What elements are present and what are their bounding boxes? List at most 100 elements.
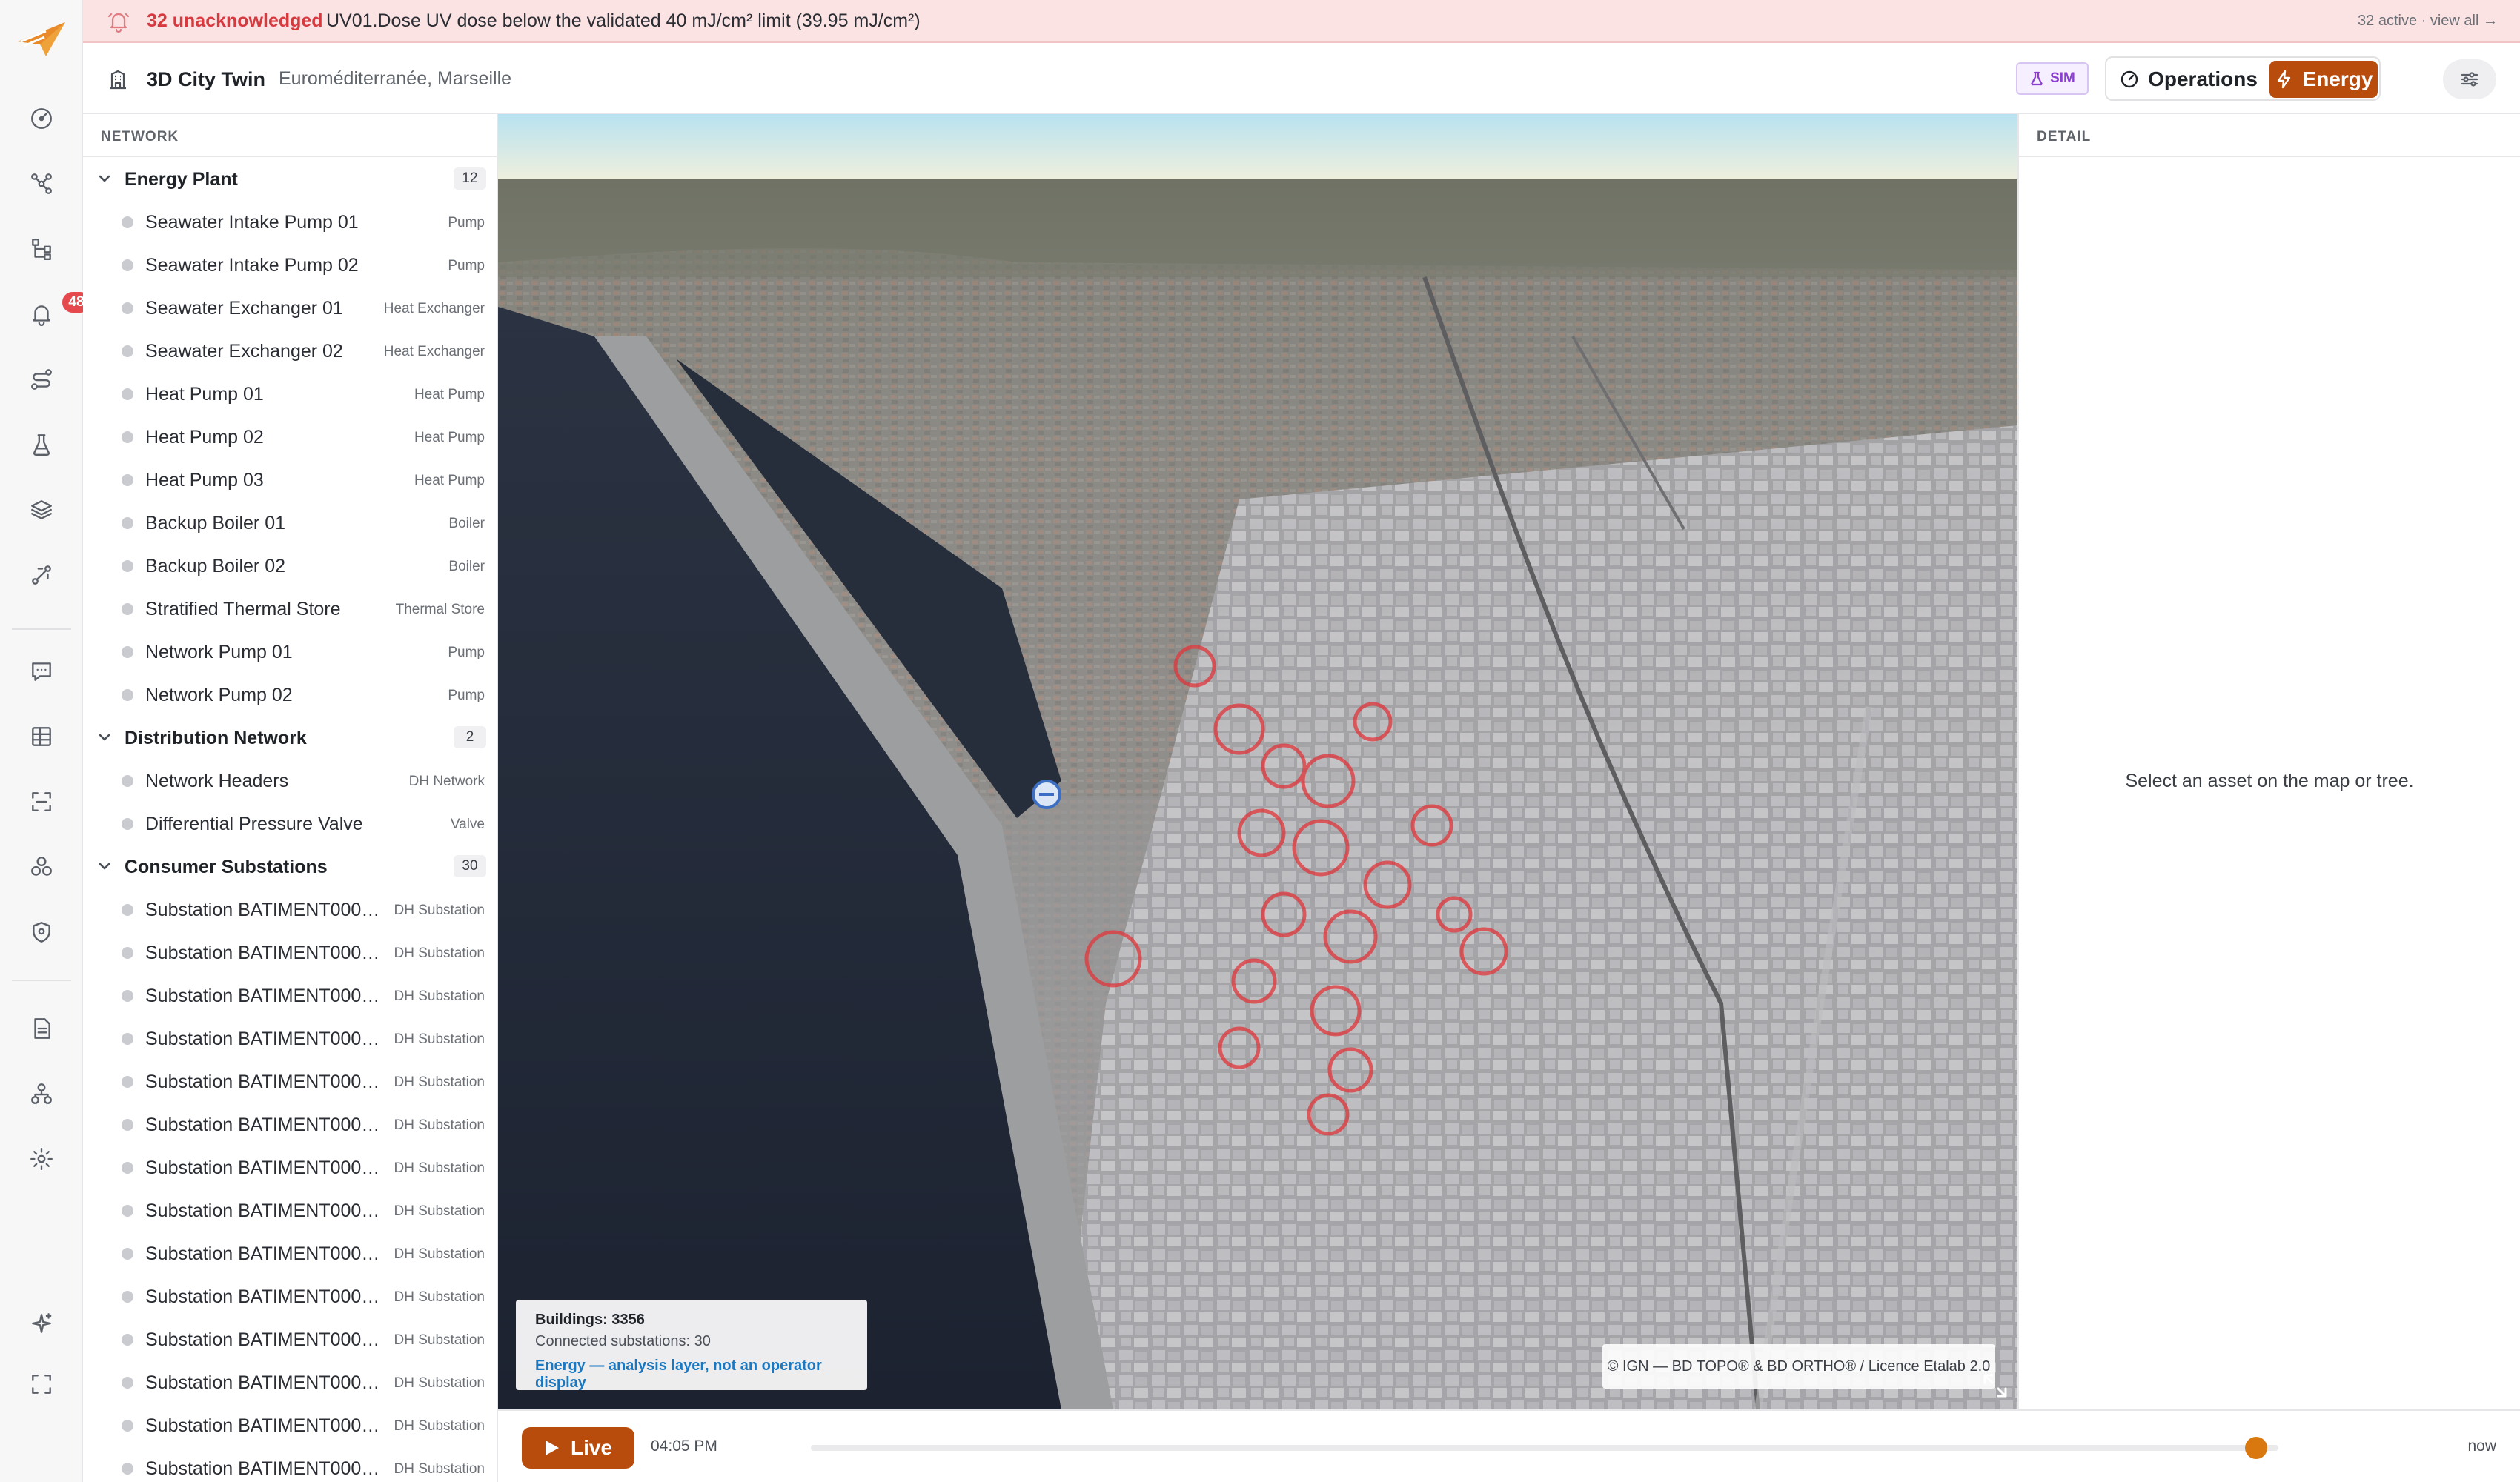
grid-icon[interactable] bbox=[21, 716, 62, 757]
tree-item-name: Substation BATIMENT0000... bbox=[145, 1157, 385, 1178]
alarm-bell-icon[interactable]: 48 bbox=[21, 290, 92, 335]
tree-item[interactable]: Stratified Thermal Store Thermal Store bbox=[83, 587, 497, 630]
tree-item-name: Substation BATIMENT0000... bbox=[145, 1071, 385, 1092]
tree-item[interactable]: Seawater Intake Pump 02 Pump bbox=[83, 243, 497, 286]
tree-item-name: Substation BATIMENT0000... bbox=[145, 1458, 385, 1479]
layers-icon[interactable] bbox=[21, 489, 62, 531]
status-dot bbox=[122, 947, 133, 959]
tree-group[interactable]: Distribution Network 2 bbox=[83, 716, 497, 759]
tree-item[interactable]: Network Pump 02 Pump bbox=[83, 673, 497, 716]
tree-item[interactable]: Substation BATIMENT0000... DH Substation bbox=[83, 1360, 497, 1403]
tree-group[interactable]: Energy Plant 12 bbox=[83, 157, 497, 200]
city-3d-scene[interactable] bbox=[498, 114, 2017, 1409]
alert-banner[interactable]: 32 unacknowledged UV01.Dose UV dose belo… bbox=[83, 0, 2520, 43]
status-dot bbox=[122, 1334, 133, 1346]
live-label: Live bbox=[570, 1436, 613, 1459]
map-viewport[interactable]: Buildings: 3356 Connected substations: 3… bbox=[498, 114, 2017, 1409]
detail-panel: DETAIL Select an asset on the map or tre… bbox=[2017, 114, 2520, 1409]
timeline-thumb[interactable] bbox=[2245, 1437, 2268, 1459]
network-icon[interactable] bbox=[21, 163, 62, 205]
pipeline-icon[interactable] bbox=[21, 554, 62, 596]
tree-item[interactable]: Substation BATIMENT0000... DH Substation bbox=[83, 1403, 497, 1446]
status-dot bbox=[122, 1205, 133, 1217]
view-settings-button[interactable] bbox=[2443, 59, 2496, 99]
view-all-alerts-link[interactable]: 32 active · view all → bbox=[2358, 13, 2498, 30]
dashboard-icon[interactable] bbox=[21, 98, 62, 139]
tree-item-name: Heat Pump 03 bbox=[145, 470, 264, 491]
expand-icon bbox=[1983, 1374, 2007, 1398]
tree-item[interactable]: Substation BATIMENT0000... DH Substation bbox=[83, 974, 497, 1017]
components-icon[interactable] bbox=[21, 846, 62, 888]
lightning-icon bbox=[2277, 70, 2290, 89]
tree-item-name: Substation BATIMENT0000... bbox=[145, 986, 385, 1006]
tree-item[interactable]: Seawater Exchanger 02 Heat Exchanger bbox=[83, 329, 497, 372]
tree-item[interactable]: Substation BATIMENT0000... DH Substation bbox=[83, 1317, 497, 1360]
tree-item[interactable]: Substation BATIMENT0000... DH Substation bbox=[83, 1017, 497, 1060]
tree-item-type: Pump bbox=[448, 688, 485, 703]
fullscreen-icon[interactable] bbox=[21, 1363, 62, 1405]
tree-item-name: Network Pump 01 bbox=[145, 642, 293, 662]
tree-item[interactable]: Differential Pressure Valve Valve bbox=[83, 802, 497, 845]
tree-item[interactable]: Seawater Intake Pump 01 Pump bbox=[83, 200, 497, 243]
live-button[interactable]: Live bbox=[522, 1427, 634, 1469]
icon-rail: 48 bbox=[0, 0, 92, 1482]
chevron-down-icon[interactable] bbox=[96, 170, 113, 187]
chat-icon[interactable] bbox=[21, 651, 62, 692]
sliders-icon bbox=[2461, 72, 2478, 87]
tree-item[interactable]: Heat Pump 01 Heat Pump bbox=[83, 372, 497, 415]
status-dot bbox=[122, 1119, 133, 1131]
mode-operations-button[interactable]: Operations bbox=[2111, 61, 2267, 98]
status-dot bbox=[122, 474, 133, 486]
status-dot bbox=[122, 990, 133, 1002]
tree-item[interactable]: Seawater Exchanger 01 Heat Exchanger bbox=[83, 286, 497, 329]
tree-item[interactable]: Backup Boiler 02 Boiler bbox=[83, 544, 497, 587]
chevron-down-icon[interactable] bbox=[96, 858, 113, 874]
timeline-slider[interactable] bbox=[811, 1437, 2278, 1459]
tree-item-type: Heat Exchanger bbox=[383, 301, 485, 316]
tree-item-type: DH Substation bbox=[394, 1246, 485, 1262]
logo-icon[interactable] bbox=[16, 19, 67, 58]
tree-item-type: DH Substation bbox=[394, 1203, 485, 1219]
detail-heading: DETAIL bbox=[2037, 129, 2092, 144]
tree-item[interactable]: Substation BATIMENT0000... DH Substation bbox=[83, 1446, 497, 1482]
org-chart-icon[interactable] bbox=[21, 1073, 62, 1114]
document-icon[interactable] bbox=[21, 1008, 62, 1049]
tree-item[interactable]: Network Pump 01 Pump bbox=[83, 630, 497, 673]
tree-item[interactable]: Backup Boiler 01 Boiler bbox=[83, 501, 497, 544]
tree-item[interactable]: Substation BATIMENT0000... DH Substation bbox=[83, 888, 497, 931]
tree-item-name: Backup Boiler 02 bbox=[145, 556, 286, 576]
tree-item[interactable]: Substation BATIMENT0000... DH Substation bbox=[83, 1232, 497, 1275]
tree-item[interactable]: Substation BATIMENT0000... DH Substation bbox=[83, 1189, 497, 1232]
settings-icon[interactable] bbox=[21, 1138, 62, 1180]
tree-item[interactable]: Substation BATIMENT0000... DH Substation bbox=[83, 1103, 497, 1146]
tree-item-type: Pump bbox=[448, 645, 485, 660]
tree-item[interactable]: Substation BATIMENT0000... DH Substation bbox=[83, 931, 497, 974]
scan-icon[interactable] bbox=[21, 781, 62, 823]
plant-marker[interactable] bbox=[1032, 780, 1061, 809]
tree-item-type: DH Substation bbox=[394, 1332, 485, 1348]
tree-item[interactable]: Substation BATIMENT0000... DH Substation bbox=[83, 1060, 497, 1103]
tree-group[interactable]: Consumer Substations 30 bbox=[83, 845, 497, 888]
sim-badge[interactable]: SIM bbox=[2016, 62, 2089, 95]
routes-icon[interactable] bbox=[21, 359, 62, 400]
tree-item[interactable]: Heat Pump 03 Heat Pump bbox=[83, 458, 497, 501]
chevron-down-icon[interactable] bbox=[96, 729, 113, 745]
tree-item[interactable]: Substation BATIMENT0000... DH Substation bbox=[83, 1275, 497, 1317]
tree-item[interactable]: Network Headers DH Network bbox=[83, 759, 497, 802]
gauge-icon bbox=[2121, 70, 2138, 88]
status-dot bbox=[122, 388, 133, 400]
mode-energy-label: Energy bbox=[2302, 67, 2373, 90]
tree-item[interactable]: Substation BATIMENT0000... DH Substation bbox=[83, 1146, 497, 1189]
mode-energy-button[interactable]: Energy bbox=[2269, 61, 2378, 98]
tree-item[interactable]: Heat Pump 02 Heat Pump bbox=[83, 415, 497, 458]
map-fullscreen-button[interactable] bbox=[1979, 1369, 2012, 1402]
sparkles-icon[interactable] bbox=[21, 1303, 62, 1344]
status-dot bbox=[122, 646, 133, 658]
tree-group-name: Consumer Substations bbox=[125, 857, 328, 877]
hierarchy-icon[interactable] bbox=[21, 228, 62, 270]
lab-flask-icon[interactable] bbox=[21, 424, 62, 465]
unacknowledged-count[interactable]: 32 unacknowledged bbox=[147, 10, 323, 32]
shield-icon[interactable] bbox=[21, 911, 62, 953]
tree-item-type: DH Substation bbox=[394, 1074, 485, 1090]
tree-item-name: Substation BATIMENT0000... bbox=[145, 1372, 385, 1393]
